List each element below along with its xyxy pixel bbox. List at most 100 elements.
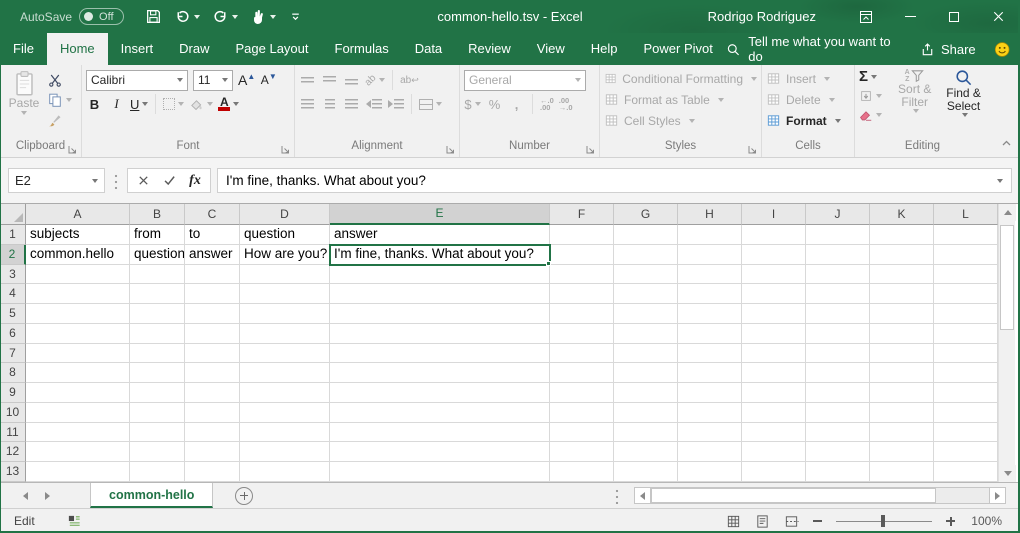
number-format-combo[interactable]: General	[464, 70, 586, 91]
cell-K1[interactable]	[870, 225, 934, 245]
cell-A6[interactable]	[26, 324, 130, 344]
cell-C11[interactable]	[185, 423, 240, 443]
cell-K4[interactable]	[870, 284, 934, 304]
format-as-table-dropdown-icon[interactable]	[718, 98, 724, 102]
cell-K13[interactable]	[870, 462, 934, 482]
name-box[interactable]: E2	[8, 168, 105, 193]
collapse-ribbon-button[interactable]	[1001, 135, 1012, 153]
column-header-F[interactable]: F	[550, 204, 614, 225]
cell-B5[interactable]	[130, 304, 185, 324]
shrink-font-button[interactable]: A▼	[260, 70, 277, 90]
cell-I7[interactable]	[742, 344, 806, 364]
number-dialog-launcher[interactable]	[584, 143, 596, 155]
cell-J13[interactable]	[806, 462, 870, 482]
cell-C8[interactable]	[185, 363, 240, 383]
merge-dropdown-icon[interactable]	[436, 102, 442, 106]
maximize-button[interactable]	[932, 0, 976, 33]
ribbon-tab-power-pivot[interactable]: Power Pivot	[631, 33, 726, 65]
cell-I9[interactable]	[742, 383, 806, 403]
top-align-button[interactable]	[299, 70, 316, 90]
user-name[interactable]: Rodrigo Rodriguez	[708, 9, 816, 24]
cell-F11[interactable]	[550, 423, 614, 443]
minimize-button[interactable]	[888, 0, 932, 33]
zoom-slider[interactable]	[836, 515, 932, 527]
cell-F1[interactable]	[550, 225, 614, 245]
cell-A11[interactable]	[26, 423, 130, 443]
cell-B2[interactable]: question	[130, 245, 185, 265]
ribbon-tab-page-layout[interactable]: Page Layout	[223, 33, 322, 65]
cell-H5[interactable]	[678, 304, 742, 324]
row-header-13[interactable]: 13	[0, 462, 26, 482]
cell-B9[interactable]	[130, 383, 185, 403]
center-button[interactable]	[321, 94, 338, 114]
row-header-10[interactable]: 10	[0, 403, 26, 423]
cell-C2[interactable]: answer	[185, 245, 240, 265]
cell-F7[interactable]	[550, 344, 614, 364]
cell-G11[interactable]	[614, 423, 678, 443]
cell-K9[interactable]	[870, 383, 934, 403]
cell-B12[interactable]	[130, 442, 185, 462]
redo-dropdown-icon[interactable]	[232, 15, 238, 19]
borders-button[interactable]	[163, 94, 184, 114]
cell-E12[interactable]	[330, 442, 550, 462]
scroll-up-button[interactable]	[999, 204, 1016, 221]
vertical-scrollbar[interactable]	[998, 204, 1015, 482]
cell-C13[interactable]	[185, 462, 240, 482]
cell-I5[interactable]	[742, 304, 806, 324]
name-box-dropdown-icon[interactable]	[92, 179, 98, 183]
cell-L10[interactable]	[934, 403, 998, 423]
zoom-in-button[interactable]	[946, 517, 955, 526]
cell-C6[interactable]	[185, 324, 240, 344]
cell-A10[interactable]	[26, 403, 130, 423]
cell-L6[interactable]	[934, 324, 998, 344]
cell-A5[interactable]	[26, 304, 130, 324]
cell-K3[interactable]	[870, 265, 934, 285]
copy-dropdown-icon[interactable]	[66, 98, 72, 102]
column-header-E[interactable]: E	[330, 204, 550, 225]
italic-button[interactable]: I	[108, 94, 125, 114]
cell-D11[interactable]	[240, 423, 330, 443]
horizontal-scroll-track[interactable]	[651, 487, 989, 504]
font-name-combo[interactable]: Calibri	[86, 70, 188, 91]
cell-E10[interactable]	[330, 403, 550, 423]
touch-mouse-mode-button[interactable]	[247, 6, 279, 27]
cell-L1[interactable]	[934, 225, 998, 245]
increase-indent-button[interactable]	[387, 94, 404, 114]
cell-L2[interactable]	[934, 245, 998, 265]
cell-L4[interactable]	[934, 284, 998, 304]
cell-E8[interactable]	[330, 363, 550, 383]
horizontal-scrollbar[interactable]	[634, 487, 1006, 504]
select-all-button[interactable]	[0, 204, 26, 225]
cancel-button[interactable]	[130, 170, 156, 191]
insert-function-button[interactable]: fx	[182, 170, 208, 191]
touch-mode-dropdown-icon[interactable]	[270, 15, 276, 19]
cell-C10[interactable]	[185, 403, 240, 423]
feedback-smiley-icon[interactable]	[994, 41, 1010, 58]
cell-C12[interactable]	[185, 442, 240, 462]
conditional-formatting-button[interactable]: Conditional Formatting	[604, 68, 757, 89]
formula-input[interactable]: I'm fine, thanks. What about you?	[217, 168, 1012, 193]
align-right-button[interactable]	[343, 94, 360, 114]
page-layout-view-button[interactable]	[755, 514, 770, 529]
cell-H4[interactable]	[678, 284, 742, 304]
cell-C3[interactable]	[185, 265, 240, 285]
cell-styles-button[interactable]: Cell Styles	[604, 110, 757, 131]
page-break-preview-button[interactable]	[784, 514, 799, 529]
font-name-dropdown-icon[interactable]	[177, 78, 183, 82]
cell-E4[interactable]	[330, 284, 550, 304]
copy-button[interactable]	[47, 91, 72, 109]
macro-record-button[interactable]	[67, 514, 82, 529]
cell-F2[interactable]	[550, 245, 614, 265]
find-select-button[interactable]: Find & Select	[941, 68, 986, 124]
delete-cells-button[interactable]: Delete	[766, 89, 850, 110]
ribbon-tab-insert[interactable]: Insert	[108, 33, 167, 65]
cell-C4[interactable]	[185, 284, 240, 304]
sort-filter-button[interactable]: AZ Sort & Filter	[892, 68, 937, 124]
ribbon-tab-file[interactable]: File	[0, 33, 47, 65]
cell-L5[interactable]	[934, 304, 998, 324]
cell-H11[interactable]	[678, 423, 742, 443]
bottom-align-button[interactable]	[343, 70, 360, 90]
cell-B1[interactable]: from	[130, 225, 185, 245]
cell-E11[interactable]	[330, 423, 550, 443]
ribbon-tab-draw[interactable]: Draw	[166, 33, 222, 65]
